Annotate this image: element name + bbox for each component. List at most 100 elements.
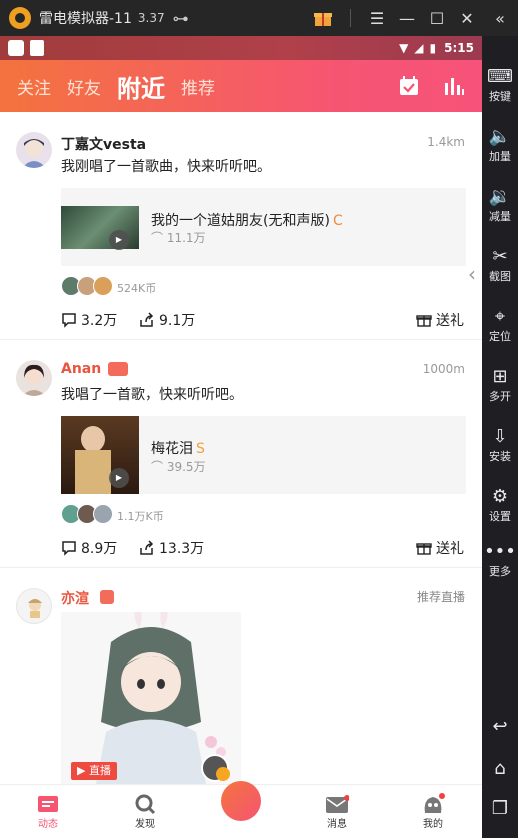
username[interactable]: Anan <box>61 361 101 377</box>
message-icon <box>326 795 349 813</box>
gift-icon <box>416 315 432 327</box>
profile-icon <box>424 793 445 813</box>
sidebar-item-label: 多开 <box>489 390 511 403</box>
home-icon: ⌂ <box>494 758 506 779</box>
play-icon: ▶ <box>109 468 129 488</box>
sidebar-item-install[interactable]: ⇩ 安装 <box>482 426 518 464</box>
comment-button[interactable]: 3.2万 <box>61 310 117 330</box>
post-text: 我刚唱了一首歌曲，快来听听吧。 <box>61 159 271 175</box>
gift-button[interactable]: 送礼 <box>416 310 464 330</box>
sidebar-item-label: 定位 <box>489 330 511 343</box>
share-button[interactable]: 9.1万 <box>139 310 195 330</box>
battery-icon: ▮ <box>429 41 437 55</box>
maximize-icon[interactable]: ☐ <box>422 0 452 36</box>
volume-down-icon: 🔉 <box>488 186 512 207</box>
share-icon <box>140 312 154 327</box>
song-card[interactable]: ▶ 梅花泪 S ⌒ 39.5万 <box>61 416 466 494</box>
gift-button[interactable]: 送礼 <box>416 538 464 558</box>
sidebar-item-keys[interactable]: ⌨ 按键 <box>482 66 518 104</box>
nav-profile[interactable]: 我的 <box>403 785 463 830</box>
tab-friends[interactable]: 好友 <box>67 74 101 99</box>
sidebar-item-volume-down[interactable]: 🔉 减量 <box>482 186 518 224</box>
comment-button[interactable]: 8.9万 <box>61 538 117 558</box>
sidebar-item-settings[interactable]: ⚙ 设置 <box>482 486 518 524</box>
play-icon: ▶ <box>109 230 129 250</box>
sidebar-item-label: 按键 <box>489 90 511 103</box>
username[interactable]: 亦渲 <box>61 588 89 608</box>
level-badge <box>108 362 128 376</box>
tab-nearby[interactable]: 附近 <box>117 69 165 104</box>
nav-label: 消息 <box>327 819 347 830</box>
distance: 1.4km <box>427 135 465 149</box>
tab-recommend[interactable]: 推荐 <box>181 74 215 99</box>
live-recommend-label: 推荐直播 <box>416 590 465 604</box>
call-icon <box>216 767 230 781</box>
home-button[interactable]: ⌂ <box>482 758 518 780</box>
volume-up-icon: 🔈 <box>488 126 512 147</box>
more-icon: ••• <box>484 541 516 562</box>
tipper-avatar <box>93 504 113 524</box>
apk-install-icon: ⇩ <box>492 426 508 447</box>
nav-label: 动态 <box>38 819 58 830</box>
side-pull-tab[interactable]: ‹ <box>468 262 476 286</box>
android-screen: ▼ ◢ ▮ 5:15 关注 好友 附近 推荐 丁嘉文vesta 1.4km 我刚… <box>0 36 482 838</box>
share-button[interactable]: 13.3万 <box>139 538 204 558</box>
sidebar-item-screenshot[interactable]: ✂ 截图 <box>482 246 518 284</box>
tip-count: 1.1万K币 <box>117 510 164 523</box>
calendar-checkin-icon[interactable] <box>398 75 420 97</box>
song-card[interactable]: ▶ 我的一个道姑朋友(无和声版) C ⌒ 11.1万 <box>61 188 466 266</box>
ranking-chart-icon[interactable] <box>443 75 465 97</box>
nav-label: 我的 <box>423 819 443 830</box>
top-tab-bar: 关注 好友 附近 推荐 <box>0 60 482 112</box>
song-title: 我的一个道姑朋友(无和声版) C <box>151 213 343 229</box>
nav-discover[interactable]: 发现 <box>115 785 175 830</box>
sidebar-item-multi[interactable]: ⊞ 多开 <box>482 366 518 404</box>
window-version: 3.37 <box>137 11 165 25</box>
scissors-icon: ✂ <box>492 246 508 267</box>
sidebar-item-label: 加量 <box>489 150 511 163</box>
bottom-nav: 动态 发现 消息 我的 <box>0 781 482 838</box>
nav-sing[interactable] <box>211 781 271 821</box>
gift-icon <box>416 543 432 555</box>
back-button[interactable]: ↩ <box>482 716 518 738</box>
gift-box-icon[interactable] <box>308 0 338 36</box>
share-icon <box>140 540 154 555</box>
feed-post[interactable]: Anan 1000m 我唱了一首歌，快来听听吧。 ▶ 梅花泪 S ⌒ 39.5万 … <box>0 340 482 568</box>
collapse-sidebar-icon[interactable]: « <box>482 0 518 36</box>
feed-post[interactable]: 丁嘉文vesta 1.4km 我刚唱了一首歌曲，快来听听吧。 ▶ 我的一个道姑朋… <box>0 112 482 340</box>
nav-feed[interactable]: 动态 <box>18 785 78 830</box>
tab-following[interactable]: 关注 <box>17 74 51 99</box>
feed-post-live[interactable]: 亦渲 推荐直播 ▶ 直播 <box>0 568 482 808</box>
sing-icon <box>221 781 261 821</box>
sidebar-item-label: 减量 <box>489 210 511 223</box>
wifi-icon: ▼ <box>399 41 409 55</box>
sidebar-item-more[interactable]: ••• 更多 <box>482 541 518 579</box>
avatar[interactable] <box>16 360 52 396</box>
minimize-icon[interactable]: — <box>392 0 422 36</box>
close-icon[interactable]: ✕ <box>452 0 482 36</box>
avatar[interactable] <box>16 588 52 624</box>
gamepad-icon[interactable]: ⊶ <box>173 9 189 28</box>
recents-button[interactable]: ❐ <box>482 798 518 820</box>
sidebar-item-label: 更多 <box>489 565 511 578</box>
avatar[interactable] <box>16 132 52 168</box>
sidebar-item-label: 截图 <box>489 270 511 283</box>
live-cover[interactable]: ▶ 直播 <box>61 612 241 784</box>
tipper-avatars[interactable] <box>61 504 113 524</box>
nav-messages[interactable]: 消息 <box>307 785 367 830</box>
keyboard-icon: ⌨ <box>487 66 513 87</box>
song-cover: ▶ <box>61 416 139 494</box>
divider <box>338 0 362 36</box>
menu-icon[interactable]: ☰ <box>362 0 392 36</box>
sidebar-item-volume-up[interactable]: 🔈 加量 <box>482 126 518 164</box>
feed-list: 丁嘉文vesta 1.4km 我刚唱了一首歌曲，快来听听吧。 ▶ 我的一个道姑朋… <box>0 112 482 808</box>
username[interactable]: 丁嘉文vesta <box>61 134 146 154</box>
tipper-avatar <box>93 276 113 296</box>
app-notification-icon <box>8 40 24 56</box>
tipper-avatars[interactable] <box>61 276 113 296</box>
emulator-titlebar: 雷电模拟器-11 3.37 ⊶ ☰ — ☐ ✕ « <box>0 0 518 36</box>
tip-count: 524K币 <box>117 282 157 295</box>
sidebar-item-location[interactable]: ⌖ 定位 <box>482 306 518 344</box>
level-badge <box>100 590 114 604</box>
sidebar-item-label: 设置 <box>489 510 511 523</box>
